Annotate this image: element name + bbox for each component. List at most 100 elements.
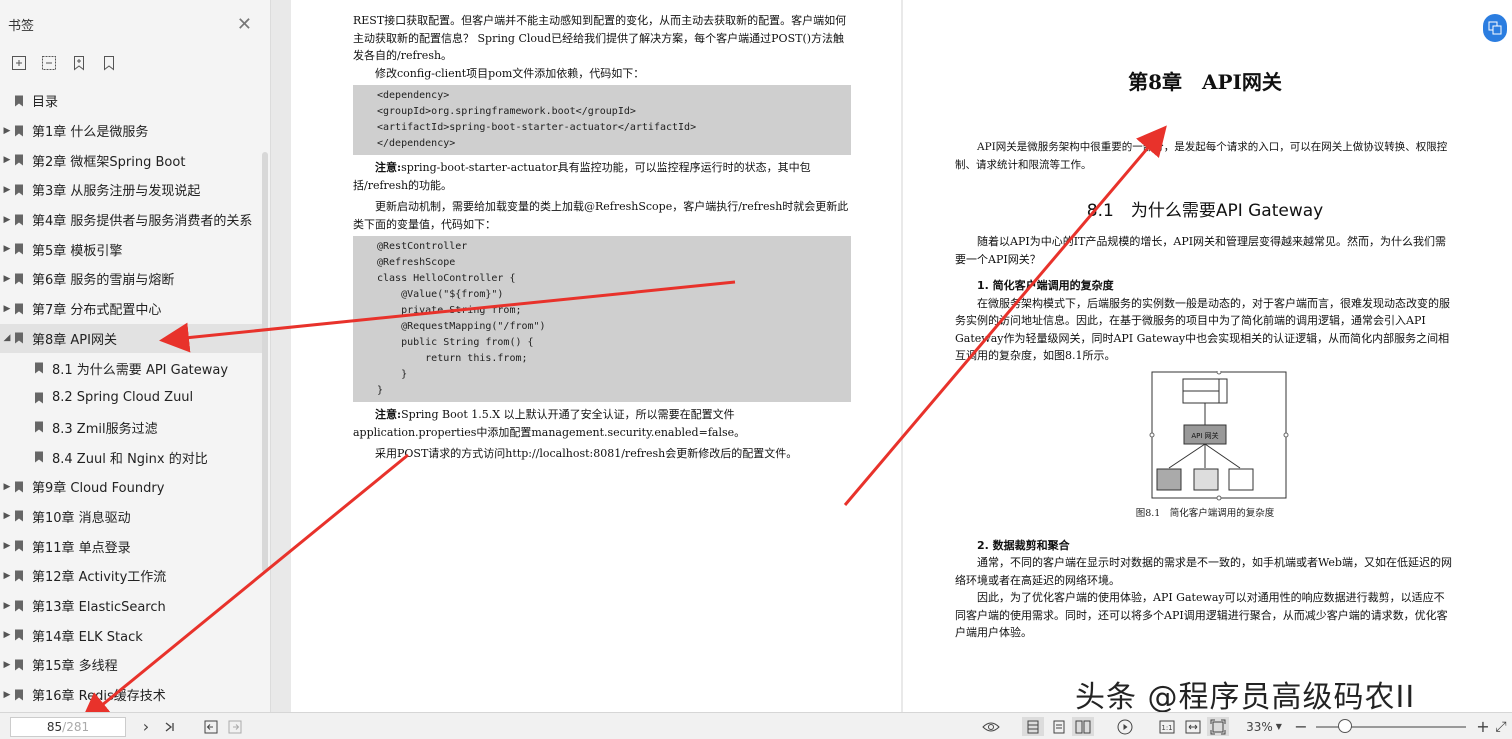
collapsed-arrow-icon[interactable]: ▶ [0,660,14,670]
code-line: @Value("${from}") [377,289,504,300]
collapsed-arrow-icon[interactable]: ▶ [0,215,14,225]
expand-all-icon[interactable] [10,54,28,72]
page-number-input[interactable]: 85/281 [10,717,126,737]
floating-translate-button[interactable] [1483,14,1507,42]
bookmark-item[interactable]: ▶ 第7章 分布式配置中心 [0,294,262,324]
bookmark-icon [15,243,23,255]
bookmark-subitem[interactable]: 8.2 Spring Cloud Zuul [0,383,262,413]
bookmark-item[interactable]: ▶ 第3章 从服务注册与发现说起 [0,175,262,205]
bookmark-icon [15,570,23,582]
single-page-icon[interactable] [1022,717,1044,736]
section-paragraph-2: 在微服务架构模式下，后端服务的实例数一般是动态的，对于客户端而言，很难发现动态改… [955,296,1450,363]
pdf-page-right: 第8章 API网关 API网关是微服务架构中很重要的一部分，是发起每个请求的入口… [903,0,1512,712]
code-block-controller: @RestController @RefreshScope class HelloC… [353,236,851,402]
forward-view-icon[interactable] [226,717,244,736]
bookmark-item[interactable]: ▶ 第1章 什么是微服务 [0,116,262,146]
collapsed-arrow-icon[interactable]: ▶ [0,571,14,581]
sidebar-toolbar [0,48,270,78]
bookmark-icon [15,332,23,344]
sidebar-header: 书签 ✕ [0,0,270,48]
fit-width-icon[interactable] [1182,717,1204,736]
note-text-2: Spring Boot 1.5.X 以上默认开通了安全认证，所以需要在配置文件a… [353,408,746,439]
section-paragraph-3: 通常，不同的客户端在显示时对数据的需求是不一致的，如手机端或者Web端，又如在低… [955,556,1452,587]
bookmark-label: 第8章 API网关 [32,332,117,348]
add-bookmark-icon[interactable] [70,54,88,72]
expanded-arrow-icon[interactable]: ◢ [0,333,14,343]
code-line: <dependency> [377,90,450,101]
collapsed-arrow-icon[interactable]: ▶ [0,601,14,611]
bookmark-icon [35,392,43,404]
left-paragraph-2: 修改config-client项目pom文件添加依赖，代码如下： [375,66,645,80]
collapsed-arrow-icon[interactable]: ▶ [0,244,14,254]
bookmark-label: 第3章 从服务注册与发现说起 [32,184,201,200]
left-paragraph-4: 采用POST请求的方式访问http://localhost:8081/refre… [375,447,798,460]
zoom-select[interactable]: 33% ▼ [1244,717,1284,736]
bookmark-item[interactable]: ▶ 第13章 ElasticSearch [0,591,262,621]
bookmark-item[interactable]: ▶ 第15章 多线程 [0,650,262,680]
bookmark-subitem[interactable]: 8.3 Zmil服务过滤 [0,413,262,443]
bookmark-item[interactable]: ▶ 第2章 微框架Spring Boot [0,145,262,175]
collapse-all-icon[interactable] [40,54,58,72]
bookmark-label: 8.1 为什么需要 API Gateway [52,362,229,378]
collapsed-arrow-icon[interactable]: ▶ [0,126,14,136]
chapter-intro: API网关是微服务架构中很重要的一部分，是发起每个请求的入口，可以在网关上做协议… [955,141,1448,171]
bookmark-icon[interactable] [100,54,118,72]
last-page-icon[interactable] [160,717,178,736]
actual-size-icon[interactable]: 1:1 [1156,717,1178,736]
eye-protection-icon[interactable] [980,717,1002,736]
bookmark-icon [35,451,43,463]
collapsed-arrow-icon[interactable]: ▶ [0,304,14,314]
back-view-icon[interactable] [202,717,220,736]
collapsed-arrow-icon[interactable]: ▶ [0,541,14,551]
collapsed-arrow-icon[interactable]: ▶ [0,185,14,195]
bookmark-subitem[interactable]: 8.1 为什么需要 API Gateway [0,353,262,383]
bookmark-icon [15,154,23,166]
bookmark-item[interactable]: ▶ 第4章 服务提供者与服务消费者的关系 [0,205,262,235]
next-page-icon[interactable]: › [138,717,154,736]
bookmark-item[interactable]: ▶ 第11章 单点登录 [0,531,262,561]
collapsed-arrow-icon[interactable]: ▶ [0,155,14,165]
collapsed-arrow-icon[interactable]: ▶ [0,630,14,640]
play-icon[interactable] [1114,717,1136,736]
collapsed-arrow-icon[interactable]: ▶ [0,482,14,492]
chapter-title: 第8章 API网关 [1128,70,1282,94]
collapsed-arrow-icon[interactable]: ▶ [0,511,14,521]
bookmark-icon [35,421,43,433]
document-viewer[interactable]: REST接口获取配置。但客户端并不能主动感知到配置的变化，从而主动去获取新的配置… [271,0,1512,712]
fullscreen-button[interactable]: ⤢ [1493,717,1509,736]
bookmark-icon [15,184,23,196]
sidebar-scrollbar[interactable] [262,152,268,572]
zoom-out-button[interactable]: − [1294,717,1308,736]
bookmark-item[interactable]: ▶ 第10章 消息驱动 [0,502,262,532]
bookmark-subitem[interactable]: 8.4 Zuul 和 Nginx 的对比 [0,442,262,472]
sidebar-title: 书签 [8,18,35,34]
left-paragraph-1: REST接口获取配置。但客户端并不能主动感知到配置的变化，从而主动去获取新的配置… [353,14,847,62]
note-label-1: 注意: [375,161,402,174]
bookmark-item[interactable]: ▶ 第16章 Redis缓存技术 [0,680,262,710]
section-title: 8.1 为什么需要API Gateway [1086,201,1324,221]
bookmark-label: 第7章 分布式配置中心 [32,303,162,319]
bookmark-label: 第11章 单点登录 [32,540,131,556]
bookmark-item[interactable]: ▶ 第12章 Activity工作流 [0,561,262,591]
close-icon[interactable]: ✕ [237,14,252,35]
bookmark-item[interactable]: ◢ 第8章 API网关 [0,323,262,354]
bookmark-item[interactable]: 目录 [0,86,262,116]
continuous-page-icon[interactable] [1048,717,1070,736]
chevron-down-icon: ▼ [1275,722,1282,731]
code-line: private String from; [377,305,522,316]
collapsed-arrow-icon[interactable]: ▶ [0,690,14,700]
bookmark-item[interactable]: ▶ 第6章 服务的雪崩与熔断 [0,264,262,294]
figure-box-label: API 网关 [1191,431,1218,440]
zoom-slider-handle[interactable] [1338,719,1352,733]
bookmark-item[interactable]: ▶ 第9章 Cloud Foundry [0,472,262,502]
bookmark-label: 8.4 Zuul 和 Nginx 的对比 [52,451,208,467]
zoom-in-button[interactable]: + [1476,717,1490,736]
figure-diagram: API 网关 [1149,369,1289,500]
bookmark-item[interactable]: ▶ 第14章 ELK Stack [0,620,262,650]
bookmark-item[interactable]: ▶ 第5章 模板引擎 [0,234,262,264]
bookmark-icon [15,510,23,522]
two-page-icon[interactable] [1072,717,1094,736]
code-line: @RequestMapping("/from") [377,321,546,332]
fit-page-icon[interactable] [1207,717,1229,736]
collapsed-arrow-icon[interactable]: ▶ [0,274,14,284]
